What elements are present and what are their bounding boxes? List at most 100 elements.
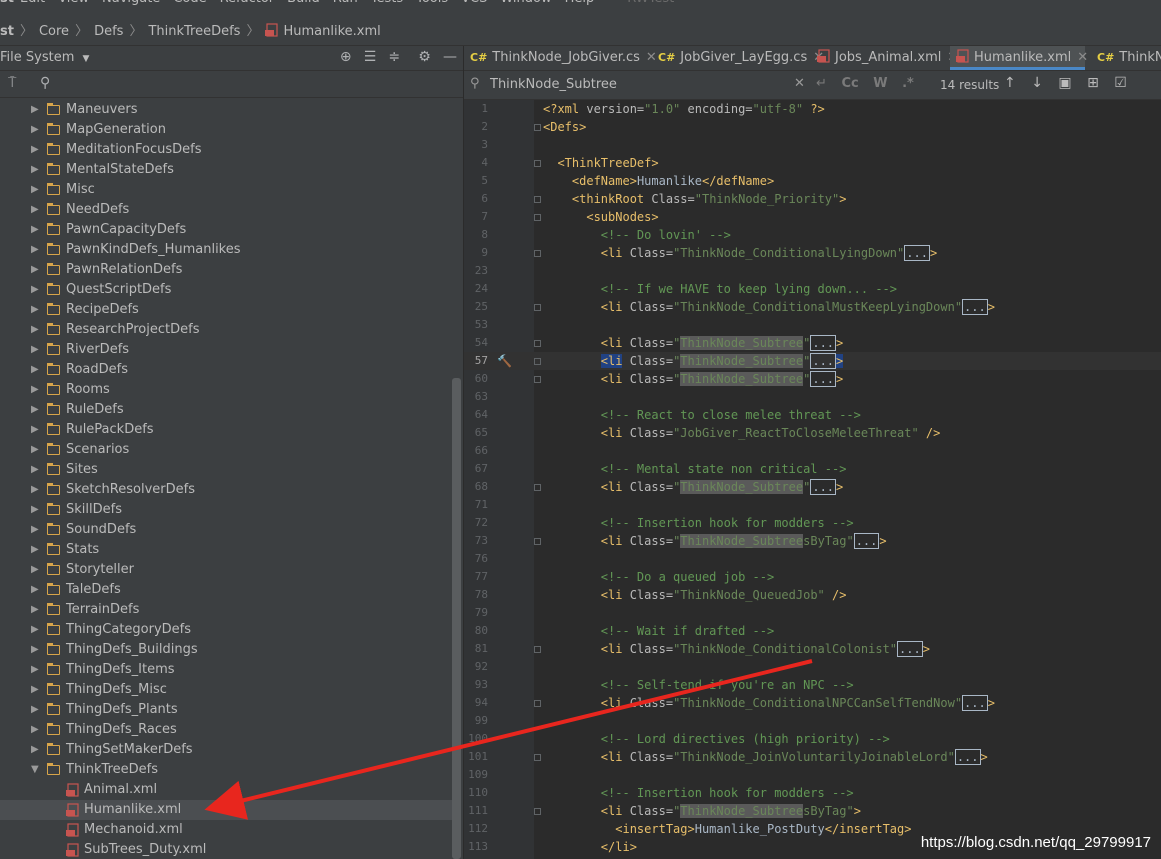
code-line[interactable]: 111 <li Class="ThinkNode_SubtreesByTag"> — [464, 802, 1161, 820]
tree-folder[interactable]: ▶ RiverDefs — [0, 340, 452, 360]
code-line[interactable]: 80 <!-- Wait if drafted --> — [464, 622, 1161, 640]
menu-item-edit[interactable]: Edit — [20, 0, 45, 6]
tree-scrollbar[interactable] — [452, 378, 461, 859]
tree-folder[interactable]: ▶ Sites — [0, 460, 452, 480]
editor-tab[interactable]: C#JobGiver_LayEgg.cs✕ — [658, 46, 824, 70]
search-icon[interactable]: ⚲ — [470, 76, 480, 91]
fold-marker-icon[interactable] — [534, 160, 541, 167]
chevron-right-icon[interactable]: ▶ — [31, 200, 39, 220]
tree-folder[interactable]: ▶ ThingDefs_Races — [0, 720, 452, 740]
tree-folder[interactable]: ▶ SoundDefs — [0, 520, 452, 540]
tree-folder[interactable]: ▶ SkillDefs — [0, 500, 452, 520]
filter-icon[interactable]: ⍑ — [8, 75, 16, 91]
chevron-right-icon[interactable]: ▶ — [31, 480, 39, 500]
editor-tab[interactable]: Jobs_Animal.xml✕ — [817, 46, 958, 70]
tree-folder[interactable]: ▶ ResearchProjectDefs — [0, 320, 452, 340]
chevron-right-icon[interactable]: ▶ — [31, 160, 39, 180]
code-line[interactable]: 92 — [464, 658, 1161, 676]
code-line[interactable]: 68 <li Class="ThinkNode_Subtree"... > — [464, 478, 1161, 496]
arrow-up-icon[interactable]: ↑ — [1004, 75, 1016, 91]
menu-item-tests[interactable]: Tests — [371, 0, 403, 6]
chevron-right-icon[interactable]: ▶ — [31, 420, 39, 440]
menu-item-view[interactable]: View — [58, 0, 89, 6]
code-line[interactable]: 9 <li Class="ThinkNode_ConditionalLyingD… — [464, 244, 1161, 262]
chevron-right-icon[interactable]: ▶ — [31, 460, 39, 480]
breadcrumb-item[interactable]: Core — [39, 24, 69, 39]
menu-item-code[interactable]: Code — [173, 0, 206, 6]
chevron-right-icon[interactable]: ▶ — [31, 680, 39, 700]
clear-icon[interactable]: ✕ — [794, 76, 805, 91]
fold-marker-icon[interactable] — [534, 646, 541, 653]
chevron-right-icon[interactable]: ▶ — [31, 280, 39, 300]
code-line[interactable]: 110 <!-- Insertion hook for modders --> — [464, 784, 1161, 802]
collapse-all-icon[interactable]: ≑ — [388, 49, 400, 65]
code-line[interactable]: 60 <li Class="ThinkNode_Subtree"... > — [464, 370, 1161, 388]
chevron-right-icon[interactable]: ▶ — [31, 520, 39, 540]
search-icon[interactable]: ⚲ — [40, 75, 50, 91]
editor-tab[interactable]: C# ThinkNode_JobGiver.cs ✕ — [470, 46, 657, 70]
arrow-down-icon[interactable]: ↓ — [1031, 75, 1043, 91]
editor-tab[interactable]: Humanlike.xml ✕ — [950, 46, 1088, 70]
code-line[interactable]: 66 — [464, 442, 1161, 460]
code-line[interactable]: 78 <li Class="ThinkNode_QueuedJob" /> — [464, 586, 1161, 604]
tree-folder[interactable]: ▶ RuleDefs — [0, 400, 452, 420]
editor-tab[interactable]: C# ThinkNo — [1097, 46, 1161, 70]
tree-folder[interactable]: ▶ MeditationFocusDefs — [0, 140, 452, 160]
chevron-right-icon[interactable]: ▶ — [31, 720, 39, 740]
chevron-right-icon[interactable]: ▶ — [31, 400, 39, 420]
breadcrumb-item[interactable]: ThinkTreeDefs — [148, 24, 240, 39]
code-line[interactable]: 76 — [464, 550, 1161, 568]
breadcrumb-item[interactable]: Humanlike.xml — [283, 24, 380, 39]
tree-folder[interactable]: ▶ Rooms — [0, 380, 452, 400]
tree-folder[interactable]: ▶ Stats — [0, 540, 452, 560]
chevron-right-icon[interactable]: ▶ — [31, 140, 39, 160]
fold-marker-icon[interactable] — [534, 214, 541, 221]
code-line[interactable]: 77 <!-- Do a queued job --> — [464, 568, 1161, 586]
whole-word-button[interactable]: W — [873, 76, 887, 91]
menu-item-run[interactable]: Run — [333, 0, 358, 6]
chevron-right-icon[interactable]: ▶ — [31, 700, 39, 720]
code-line[interactable]: 5 <defName>Humanlike</defName> — [464, 172, 1161, 190]
fold-marker-icon[interactable] — [534, 700, 541, 707]
locate-icon[interactable]: ⊕ — [340, 49, 352, 65]
code-line[interactable]: 93 <!-- Self-tend if you're an NPC --> — [464, 676, 1161, 694]
chevron-right-icon[interactable]: ▶ — [31, 360, 39, 380]
code-line[interactable]: 25 <li Class="ThinkNode_ConditionalMustK… — [464, 298, 1161, 316]
tree-file[interactable]: SubTrees_Duty.xml — [0, 840, 452, 859]
tree-folder[interactable]: ▶ ThingDefs_Plants — [0, 700, 452, 720]
tree-folder[interactable]: ▶ ThingDefs_Misc — [0, 680, 452, 700]
tree-folder[interactable]: ▶ MapGeneration — [0, 120, 452, 140]
chevron-right-icon[interactable]: ▶ — [31, 620, 39, 640]
select-all-occurrences-icon[interactable]: ▣ — [1058, 75, 1071, 91]
code-line[interactable]: 1 <?xml version="1.0" encoding="utf-8" ?> — [464, 100, 1161, 118]
code-line[interactable]: 94 <li Class="ThinkNode_ConditionalNPCCa… — [464, 694, 1161, 712]
fold-marker-icon[interactable] — [534, 340, 541, 347]
code-line[interactable]: 73 <li Class="ThinkNode_SubtreesByTag"..… — [464, 532, 1161, 550]
chevron-right-icon[interactable]: ▶ — [31, 540, 39, 560]
chevron-right-icon[interactable]: ▶ — [31, 440, 39, 460]
code-line[interactable]: 53 — [464, 316, 1161, 334]
tree-folder[interactable]: ▶ NeedDefs — [0, 200, 452, 220]
tree-folder[interactable]: ▶ RoadDefs — [0, 360, 452, 380]
tree-folder[interactable]: ▶ TaleDefs — [0, 580, 452, 600]
code-line[interactable]: 23 — [464, 262, 1161, 280]
tree-folder[interactable]: ▶ Scenarios — [0, 440, 452, 460]
panel-title[interactable]: File System — [0, 50, 74, 65]
chevron-down-icon[interactable]: ▼ — [83, 54, 90, 64]
menu-item-window[interactable]: Window — [500, 0, 551, 6]
undo-search-icon[interactable]: ↵ — [816, 76, 827, 91]
chevron-right-icon[interactable]: ▶ — [31, 120, 39, 140]
tree-folder[interactable]: ▶ SketchResolverDefs — [0, 480, 452, 500]
code-line[interactable]: 109 — [464, 766, 1161, 784]
code-line[interactable]: 4 <ThinkTreeDef> — [464, 154, 1161, 172]
search-input[interactable]: ThinkNode_Subtree — [490, 77, 617, 92]
chevron-right-icon[interactable]: ▶ — [31, 180, 39, 200]
tree-folder[interactable]: ▶ ThingCategoryDefs — [0, 620, 452, 640]
close-tab-icon[interactable]: ✕ — [1077, 50, 1088, 65]
chevron-right-icon[interactable]: ▶ — [31, 600, 39, 620]
tree-folder[interactable]: ▶ ThingDefs_Items — [0, 660, 452, 680]
code-line[interactable]: 7 <subNodes> — [464, 208, 1161, 226]
code-line[interactable]: 6 <thinkRoot Class="ThinkNode_Priority"> — [464, 190, 1161, 208]
chevron-right-icon[interactable]: ▶ — [31, 580, 39, 600]
fold-marker-icon[interactable] — [534, 304, 541, 311]
